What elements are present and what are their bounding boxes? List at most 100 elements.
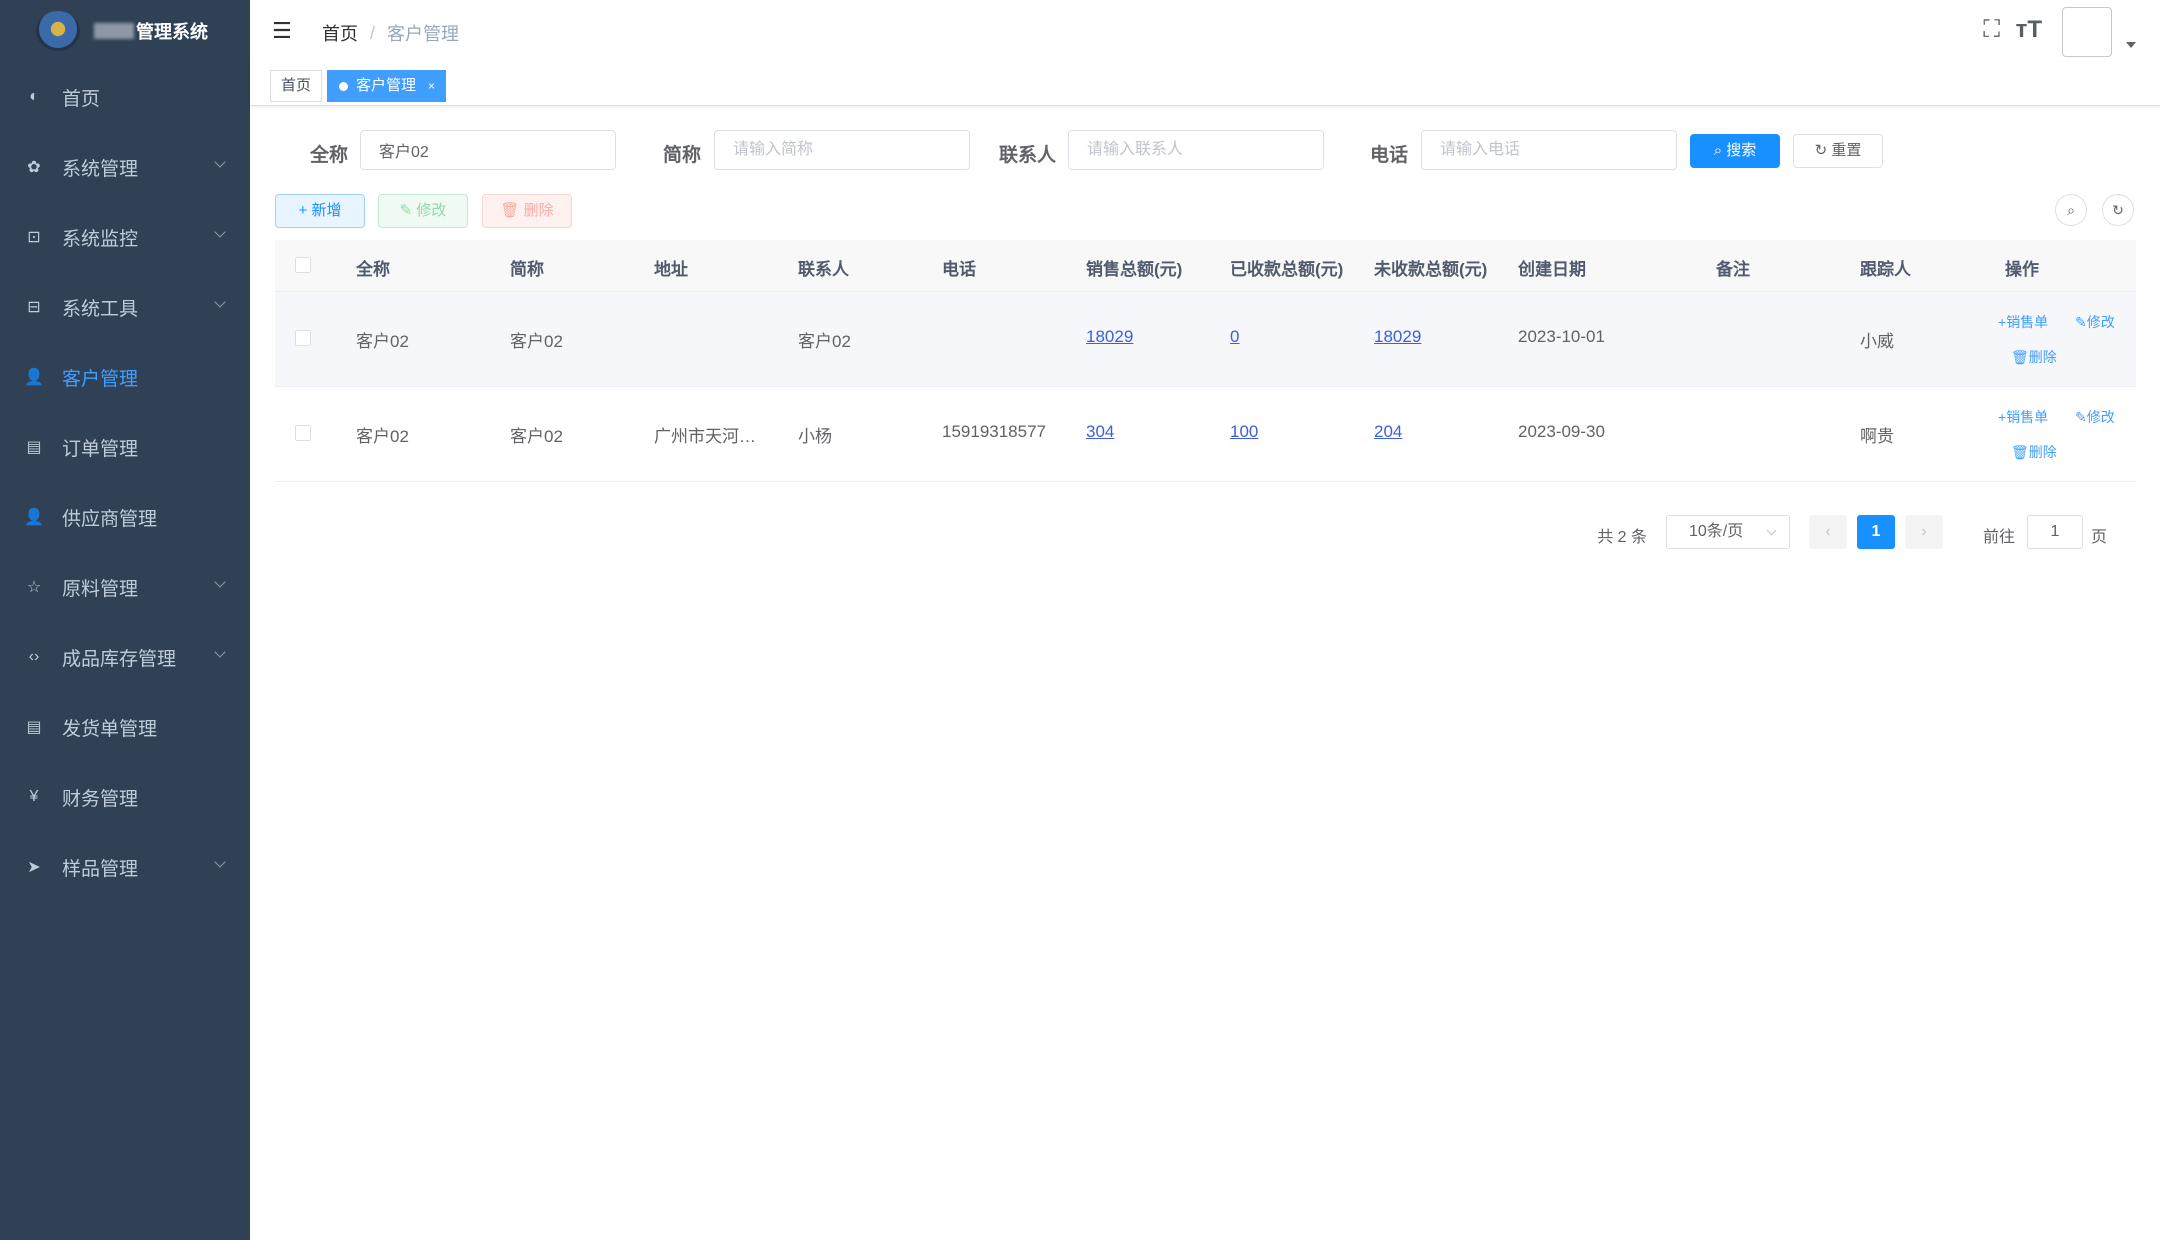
chevron-down-icon: [214, 156, 226, 168]
col-sales-total: 销售总额(元): [1086, 260, 1183, 279]
add-button[interactable]: + 新增: [275, 194, 365, 228]
sidebar-item-shipping[interactable]: ▤ 发货单管理: [0, 692, 250, 762]
gear-icon: ✿: [27, 159, 41, 176]
row-delete-label: 删除: [2028, 349, 2057, 365]
edit-button[interactable]: ✎ 修改: [378, 194, 468, 228]
sidebar-item-home[interactable]: ◐ 首页: [0, 62, 250, 132]
edit-button-label: 修改: [416, 202, 447, 219]
cell-received-total-link[interactable]: 100: [1230, 422, 1258, 442]
cell-sales-total-link[interactable]: 304: [1086, 422, 1114, 442]
cell-created-date: 2023-10-01: [1518, 327, 1605, 346]
sidebar-item-orders[interactable]: ▤ 订单管理: [0, 412, 250, 482]
cell-unreceived-total-link[interactable]: 204: [1374, 422, 1402, 442]
dashboard-icon: ◐: [29, 88, 39, 105]
phone-label: 电话: [1370, 145, 1409, 166]
cell-sales-total-link[interactable]: 18029: [1086, 327, 1133, 347]
row-edit-link[interactable]: ✎修改: [2075, 407, 2115, 427]
search-button-label: 搜索: [1726, 142, 1757, 159]
cell-contact: 小杨: [798, 427, 832, 446]
shortname-label: 简称: [663, 145, 702, 166]
delete-button[interactable]: 🗑 删除: [482, 194, 572, 228]
sidebar-item-supplier[interactable]: 👤 供应商管理: [0, 482, 250, 552]
cell-shortname: 客户02: [510, 427, 563, 446]
sidebar-item-label: 发货单管理: [62, 718, 158, 740]
sidebar-item-monitor[interactable]: ⊡ 系统监控: [0, 202, 250, 272]
refresh-icon: ↻: [1814, 142, 1832, 159]
sales-order-link[interactable]: +销售单: [1998, 312, 2048, 332]
refresh-icon[interactable]: ↻: [2102, 194, 2134, 226]
search-button[interactable]: ⌕ 搜索: [1690, 134, 1780, 168]
breadcrumb: 首页 / 客户管理: [322, 20, 459, 46]
sales-order-link[interactable]: +销售单: [1998, 407, 2048, 427]
tag-home[interactable]: 首页: [270, 70, 323, 102]
table-header: 全称 简称 地址 联系人 电话 销售总额(元) 已收款总额(元) 未收款总额(元…: [275, 240, 2136, 292]
sales-order-label: 销售单: [2006, 409, 2049, 425]
col-fullname: 全称: [356, 260, 390, 279]
font-size-icon[interactable]: ᴛT: [2016, 16, 2042, 44]
send-icon: ➤: [27, 859, 41, 876]
row-checkbox[interactable]: [295, 330, 311, 346]
row-delete-link[interactable]: 🗑删除: [2011, 347, 2057, 367]
trash-icon: 🗑: [2011, 349, 2029, 365]
page-size-select[interactable]: 10条/页: [1666, 515, 1790, 549]
search-toggle-icon[interactable]: ⌕: [2055, 194, 2087, 226]
sidebar-item-customer[interactable]: 👤 客户管理: [0, 342, 250, 412]
sidebar-item-label: 订单管理: [62, 438, 139, 460]
table-row[interactable]: 客户02 客户02 客户02 18029 0 18029 2023-10-01 …: [275, 292, 2136, 387]
phone-input[interactable]: [1421, 130, 1677, 170]
logo-icon: [36, 11, 80, 51]
row-checkbox[interactable]: [295, 425, 311, 441]
row-edit-label: 修改: [2086, 314, 2115, 330]
fullname-input[interactable]: [360, 130, 616, 170]
sidebar-item-label: 首页: [62, 88, 101, 110]
code-icon: ‹›: [28, 648, 40, 665]
fullscreen-icon[interactable]: ⛶: [1983, 16, 2000, 44]
caret-down-icon[interactable]: [2126, 42, 2136, 48]
prev-page-button[interactable]: ‹: [1809, 515, 1847, 549]
table-row[interactable]: 客户02 客户02 广州市天河… 小杨 15919318577 304 100 …: [275, 387, 2136, 482]
col-unreceived-total: 未收款总额(元): [1374, 260, 1488, 279]
fullname-label: 全称: [310, 145, 349, 166]
reset-button[interactable]: ↻ 重置: [1793, 134, 1883, 168]
row-delete-link[interactable]: 🗑删除: [2011, 442, 2057, 462]
contact-input[interactable]: [1068, 130, 1324, 170]
sidebar-item-inventory[interactable]: ‹› 成品库存管理: [0, 622, 250, 692]
chevron-down-icon: [214, 856, 226, 868]
sidebar-item-samples[interactable]: ➤ 样品管理: [0, 832, 250, 902]
shortname-input[interactable]: [714, 130, 970, 170]
col-shortname: 简称: [510, 260, 544, 279]
logo: 管理系统: [0, 0, 250, 62]
document-icon: ▤: [26, 719, 42, 736]
cell-received-total-link[interactable]: 0: [1230, 327, 1239, 347]
goto-page-input[interactable]: 1: [2027, 515, 2083, 549]
yen-icon: ¥: [29, 788, 39, 805]
breadcrumb-home[interactable]: 首页: [322, 20, 358, 46]
col-phone: 电话: [942, 260, 976, 279]
hamburger-icon[interactable]: ☰: [272, 20, 292, 42]
trash-icon: 🗑: [500, 202, 524, 219]
sales-order-label: 销售单: [2006, 314, 2049, 330]
row-edit-link[interactable]: ✎修改: [2075, 312, 2115, 332]
sidebar-item-system[interactable]: ✿ 系统管理: [0, 132, 250, 202]
tag-customer[interactable]: 客户管理 ×: [327, 70, 447, 102]
cell-contact: 客户02: [798, 332, 851, 351]
sidebar-item-finance[interactable]: ¥ 财务管理: [0, 762, 250, 832]
sidebar-item-materials[interactable]: ☆ 原料管理: [0, 552, 250, 622]
avatar[interactable]: [2062, 7, 2112, 57]
user-icon: 👤: [24, 369, 44, 386]
cell-address: 广州市天河…: [654, 427, 756, 446]
sidebar-item-label: 客户管理: [62, 368, 139, 390]
cell-phone: 15919318577: [942, 422, 1047, 441]
page-number-button[interactable]: 1: [1857, 515, 1895, 549]
cell-unreceived-total-link[interactable]: 18029: [1374, 327, 1421, 347]
col-tracker: 跟踪人: [1860, 260, 1911, 279]
select-all-checkbox[interactable]: [295, 257, 311, 273]
breadcrumb-separator: /: [370, 22, 376, 43]
query-form: 全称 简称 联系人 电话 ⌕ 搜索 ↻ 重置: [250, 130, 2160, 172]
sidebar-item-tools[interactable]: ⊟ 系统工具: [0, 272, 250, 342]
close-icon[interactable]: ×: [428, 79, 435, 93]
chevron-down-icon: [214, 576, 226, 588]
next-page-button[interactable]: ›: [1905, 515, 1943, 549]
sidebar-menu: ◐ 首页 ✿ 系统管理 ⊡ 系统监控 ⊟ 系统工具 👤 客户管理 ▤ 订单管理 👤 供应商管理…: [0, 62, 250, 902]
sidebar: 管理系统 ◐ 首页 ✿ 系统管理 ⊡ 系统监控 ⊟ 系统工具 👤 客户管理 ▤ 订单管理 👤…: [0, 0, 250, 1240]
